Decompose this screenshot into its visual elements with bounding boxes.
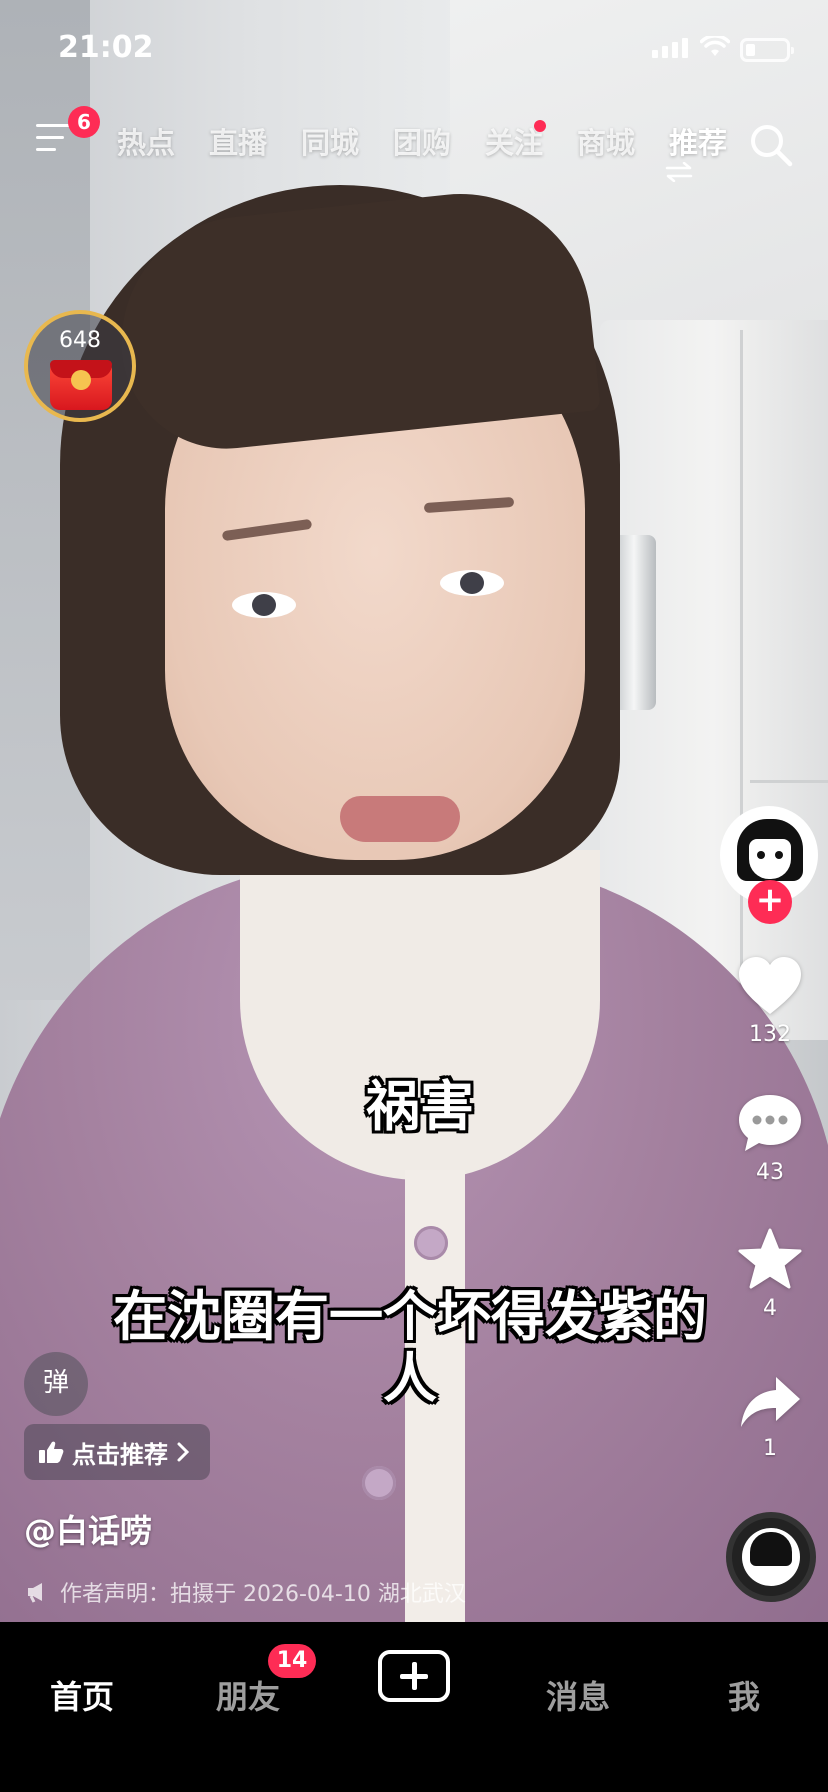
share-arrow-icon [741,1377,800,1427]
feed-tabs: 热点 直播 同城 团购 关注 商城 推荐 [100,120,744,162]
menu-icon[interactable] [36,124,70,156]
tab-recommend[interactable]: 推荐 [652,120,744,162]
subtitle-line-1: 祸害 [366,1075,474,1138]
friends-badge: 14 [268,1644,316,1678]
tab-group-buy[interactable]: 团购 [376,120,468,162]
menu-badge: 6 [68,106,100,138]
top-navigation: 6 热点 直播 同城 团购 关注 商城 推荐 [0,106,828,182]
comment-count: 43 [756,1160,784,1185]
tab-following-label: 关注 [484,126,543,160]
comment-button[interactable]: 43 [722,1092,818,1185]
comment-icon [739,1095,801,1151]
tab-following[interactable]: 关注 [468,120,560,162]
like-count: 132 [749,1022,791,1047]
bottom-tab-me[interactable]: 我 [674,1672,814,1718]
wifi-icon [700,36,730,56]
notification-dot [534,120,546,132]
declaration-text: 作者声明：拍摄于 2026-04-10 湖北武汉 [60,1582,466,1607]
author-name[interactable]: @白话唠 [24,1506,152,1552]
danmu-toggle-button[interactable]: 弹 [24,1352,88,1416]
cellular-signal-icon [652,38,688,58]
favorite-button[interactable]: 4 [722,1228,818,1321]
status-time: 21:02 [58,30,154,65]
red-packet-count: 648 [59,328,101,353]
heart-icon [739,957,801,1014]
share-count: 1 [763,1436,777,1461]
thumbs-up-icon [39,1441,64,1463]
status-bar: 21:02 [0,0,828,100]
battery-icon [740,38,794,62]
favorite-count: 4 [763,1296,777,1321]
bottom-tab-bar: 首页 朋友 消息 我 [0,1622,828,1792]
bottom-tab-messages[interactable]: 消息 [508,1672,648,1718]
like-button[interactable]: 132 [722,956,818,1047]
tab-local[interactable]: 同城 [284,120,376,162]
tab-live[interactable]: 直播 [192,120,284,162]
red-packet-icon [50,360,112,410]
search-icon[interactable] [748,122,794,168]
author-declaration: 作者声明：拍摄于 2026-04-10 湖北武汉 [26,1576,466,1608]
swap-arrows-icon [665,162,693,182]
tab-trending[interactable]: 热点 [100,120,192,162]
follow-plus-button[interactable]: + [748,880,792,924]
red-packet-widget[interactable]: 648 [24,310,136,422]
chevron-right-icon [177,1442,190,1462]
subtitle-line-2: 在沈圈有一个坏得发紫的人 [113,1285,707,1410]
star-icon [738,1228,802,1289]
create-post-plus-icon[interactable] [378,1650,450,1702]
music-disc[interactable] [726,1512,816,1602]
recommend-label: 点击推荐 [72,1440,168,1469]
share-button[interactable]: 1 [722,1374,818,1461]
tab-mall[interactable]: 商城 [560,120,652,162]
bottom-tab-home[interactable]: 首页 [12,1672,152,1718]
megaphone-icon [28,1583,42,1603]
bottom-tab-friends[interactable]: 朋友 [178,1672,318,1718]
recommend-button[interactable]: 点击推荐 [24,1424,210,1480]
